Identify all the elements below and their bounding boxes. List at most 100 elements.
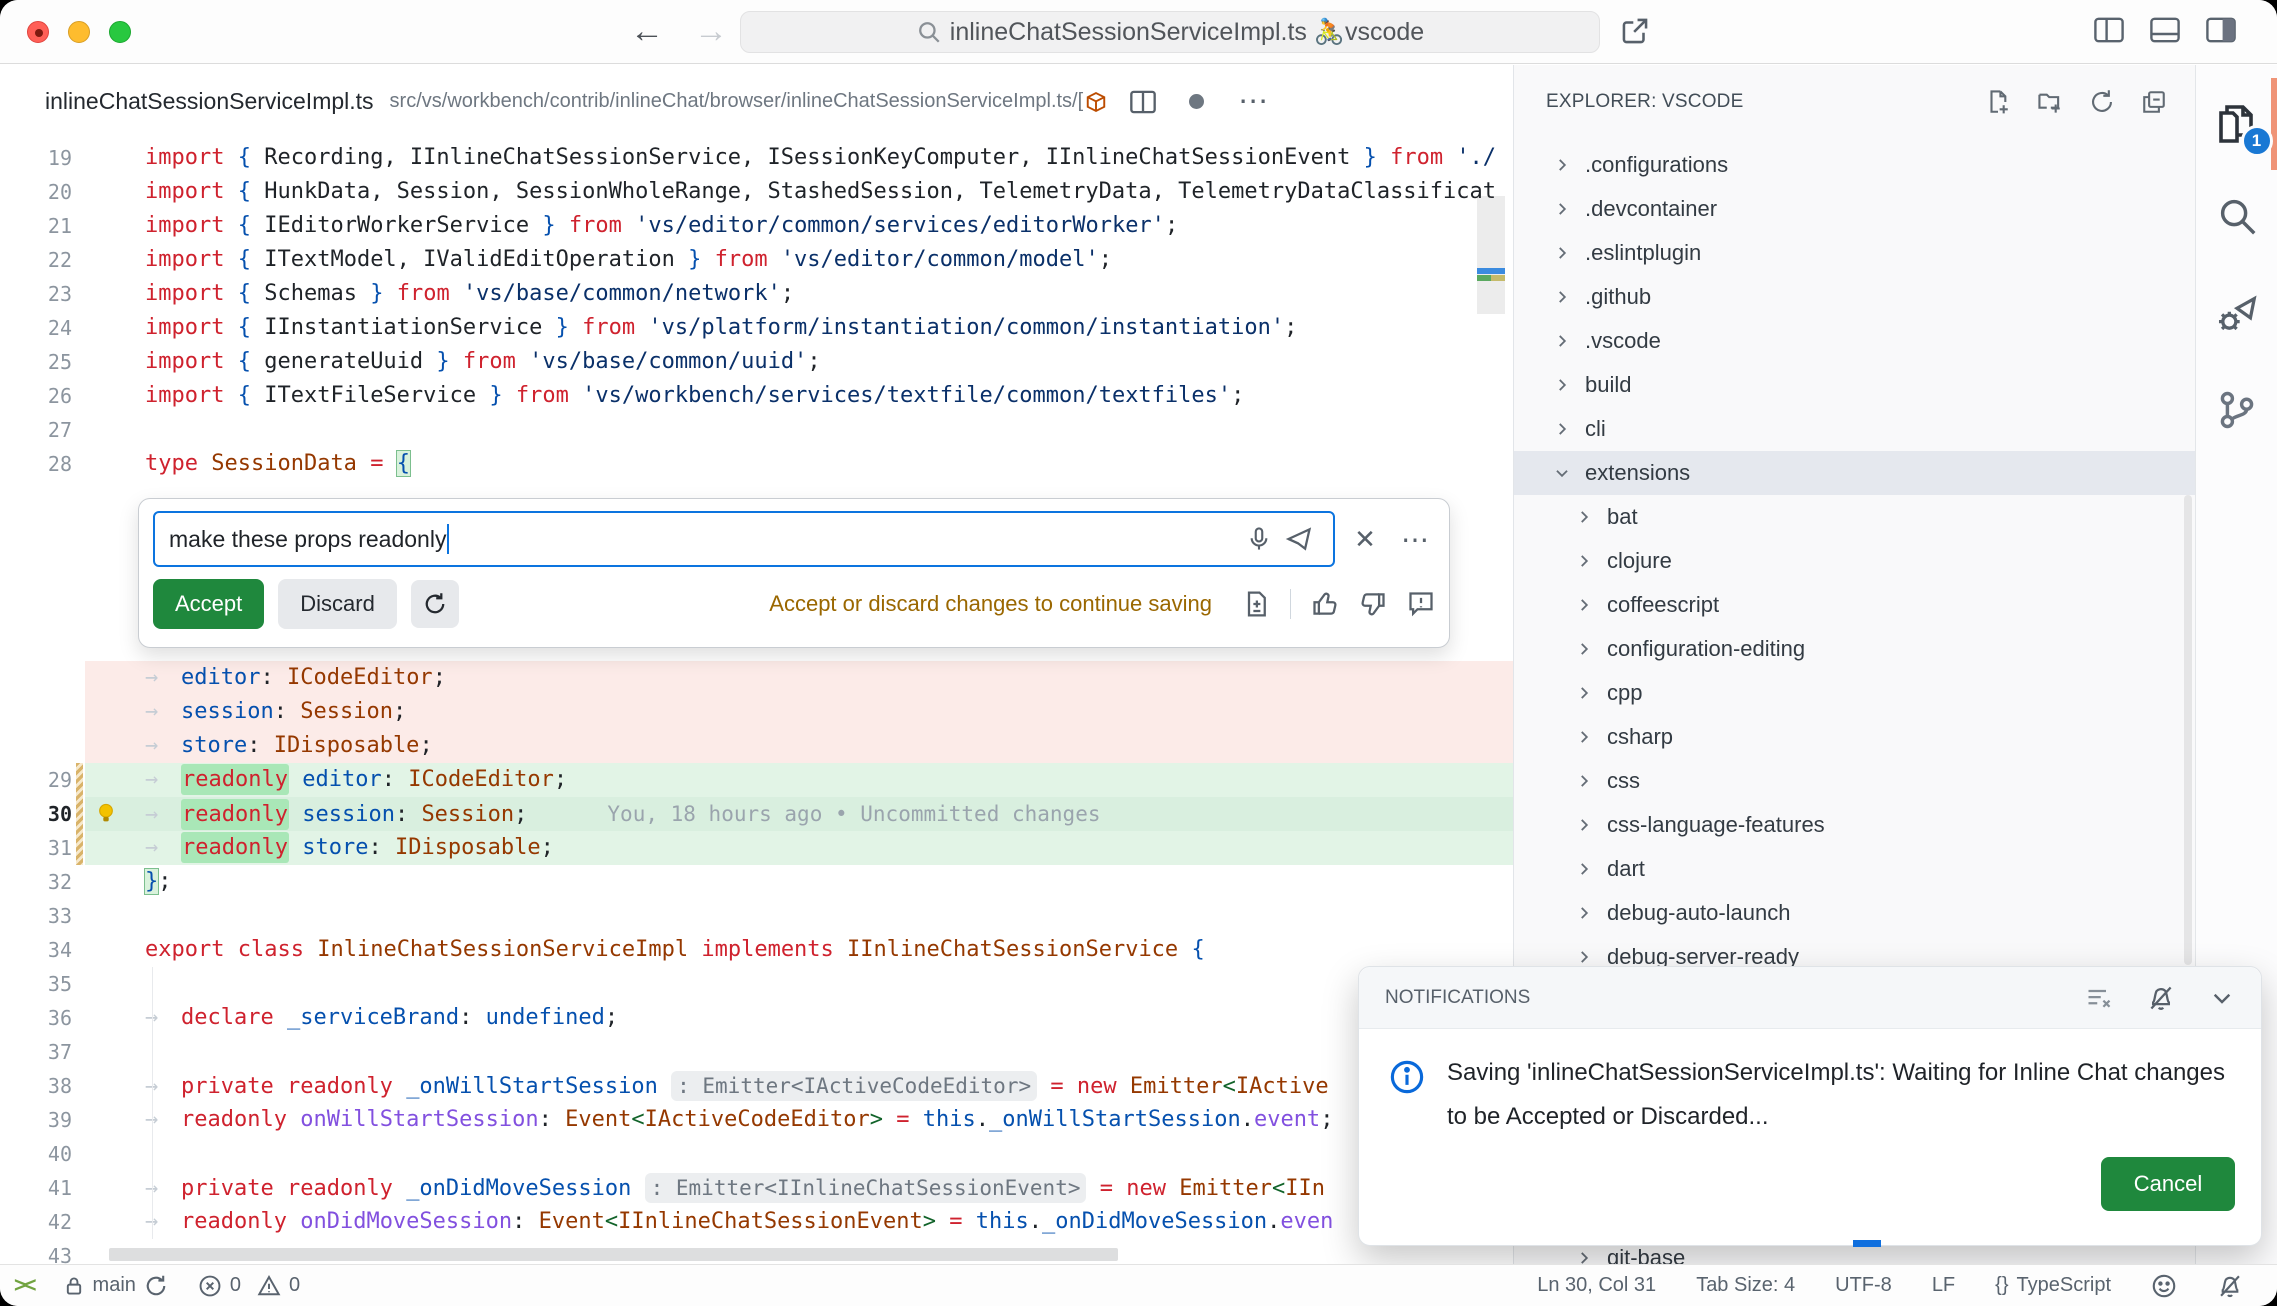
close-icon[interactable]: ✕	[1345, 519, 1385, 559]
run-debug-view-icon[interactable]	[2196, 291, 2277, 337]
search-view-icon[interactable]	[2196, 193, 2277, 239]
toggle-sidebar-right-icon[interactable]	[2205, 16, 2237, 44]
tree-item-clojure[interactable]: clojure	[1514, 539, 2195, 583]
encoding[interactable]: UTF-8	[1835, 1274, 1892, 1297]
code-line[interactable]: 39→readonly onWillStartSession: Event<IA…	[0, 1103, 1513, 1137]
tree-item-configurations[interactable]: .configurations	[1514, 143, 2195, 187]
code-line[interactable]: 27	[0, 413, 1513, 447]
split-editor-icon[interactable]	[1129, 89, 1157, 115]
code-line[interactable]: 29→readonly editor: ICodeEditor;	[0, 763, 1513, 797]
code-line[interactable]: 34export class InlineChatSessionServiceI…	[0, 933, 1513, 967]
tree-item-devcontainer[interactable]: .devcontainer	[1514, 187, 2195, 231]
thumbs-down-icon[interactable]	[1359, 590, 1387, 618]
rerun-request-icon[interactable]	[411, 580, 459, 628]
tree-item-configuration-editing[interactable]: configuration-editing	[1514, 627, 2195, 671]
minimize-window-button[interactable]	[68, 21, 90, 43]
feedback-smiley-icon[interactable]	[2151, 1273, 2177, 1299]
code-line[interactable]: 24import { IInstantiationService } from …	[0, 311, 1513, 345]
problems-indicator[interactable]: 0 0	[198, 1274, 300, 1298]
source-control-view-icon[interactable]	[2196, 387, 2277, 433]
discard-button[interactable]: Discard	[278, 579, 397, 629]
branch-indicator[interactable]: main	[63, 1274, 168, 1298]
code-line[interactable]: 21import { IEditorWorkerService } from '…	[0, 209, 1513, 243]
accept-button[interactable]: Accept	[153, 579, 264, 629]
eol-indicator[interactable]: LF	[1932, 1274, 1955, 1297]
code-line[interactable]: →session: Session;	[0, 695, 1513, 729]
code-line[interactable]: 30→readonly session: Session;You, 18 hou…	[0, 797, 1513, 831]
chat-more-actions-icon[interactable]: ⋯	[1395, 519, 1435, 559]
new-file-icon[interactable]	[1985, 89, 2011, 115]
tree-item-css-language-features[interactable]: css-language-features	[1514, 803, 2195, 847]
tree-item-coffeescript[interactable]: coffeescript	[1514, 583, 2195, 627]
code-line[interactable]: 35	[0, 967, 1513, 1001]
new-folder-icon[interactable]	[2037, 89, 2063, 115]
tree-item-dart[interactable]: dart	[1514, 847, 2195, 891]
tree-item-cpp[interactable]: cpp	[1514, 671, 2195, 715]
overview-ruler-thumb[interactable]	[1477, 196, 1505, 314]
breadcrumb-filename[interactable]: inlineChatSessionServiceImpl.ts	[45, 88, 374, 115]
tree-item-debug-auto-launch[interactable]: debug-auto-launch	[1514, 891, 2195, 935]
cancel-button[interactable]: Cancel	[2101, 1157, 2235, 1211]
code-line[interactable]: 23import { Schemas } from 'vs/base/commo…	[0, 277, 1513, 311]
lightbulb-icon[interactable]	[94, 801, 118, 825]
code-line[interactable]: 26import { ITextFileService } from 'vs/w…	[0, 379, 1513, 413]
code-line[interactable]: 41→private readonly _onDidMoveSession : …	[0, 1171, 1513, 1205]
sidebar-scrollbar[interactable]	[2184, 495, 2192, 965]
insert-changes-icon[interactable]	[1242, 590, 1270, 618]
editor-more-actions-icon[interactable]: ⋯	[1238, 84, 1268, 119]
chevron-down-icon[interactable]	[2209, 985, 2235, 1011]
toggle-sidebar-left-icon[interactable]	[2093, 16, 2125, 44]
code-line[interactable]: 37	[0, 1035, 1513, 1069]
tree-item-eslintplugin[interactable]: .eslintplugin	[1514, 231, 2195, 275]
code-lines: 19import { Recording, IInlineChatSession…	[0, 141, 1513, 1264]
remote-indicator[interactable]: ><	[14, 1274, 35, 1298]
code-line[interactable]: 19import { Recording, IInlineChatSession…	[0, 141, 1513, 175]
code-line[interactable]: 22import { ITextModel, IValidEditOperati…	[0, 243, 1513, 277]
do-not-disturb-icon[interactable]	[2147, 984, 2175, 1012]
breadcrumb-path[interactable]: src/vs/workbench/contrib/inlineChat/brow…	[390, 90, 1084, 113]
code-line[interactable]: →store: IDisposable;	[0, 729, 1513, 763]
code-line[interactable]: 38→private readonly _onWillStartSession …	[0, 1069, 1513, 1103]
tree-item-vscode[interactable]: .vscode	[1514, 319, 2195, 363]
code-line[interactable]: 32};	[0, 865, 1513, 899]
code-line[interactable]: 40	[0, 1137, 1513, 1171]
send-icon[interactable]	[1279, 519, 1319, 559]
tree-item-bat[interactable]: bat	[1514, 495, 2195, 539]
tree-item-build[interactable]: build	[1514, 363, 2195, 407]
unsaved-dot-icon[interactable]	[1189, 94, 1204, 109]
code-line[interactable]: →editor: ICodeEditor;	[0, 661, 1513, 695]
close-window-button[interactable]	[27, 21, 49, 43]
notifications-bell-icon[interactable]	[2217, 1273, 2243, 1299]
inline-chat-input[interactable]: make these props readonly	[153, 511, 1335, 567]
language-mode[interactable]: {}TypeScript	[1995, 1274, 2111, 1297]
open-external-icon[interactable]	[1618, 14, 1652, 48]
zoom-window-button[interactable]	[109, 21, 131, 43]
tree-item-github[interactable]: .github	[1514, 275, 2195, 319]
explorer-view-icon[interactable]: 1	[2196, 99, 2277, 147]
thumbs-up-icon[interactable]	[1311, 590, 1339, 618]
collapse-all-icon[interactable]	[2141, 89, 2167, 115]
toggle-panel-icon[interactable]	[2149, 16, 2181, 44]
back-arrow-icon[interactable]: ←	[630, 12, 664, 51]
title-search-bar[interactable]: inlineChatSessionServiceImpl.ts 🚴vscode	[740, 11, 1600, 53]
tree-item-css[interactable]: css	[1514, 759, 2195, 803]
code-line[interactable]: 31→readonly store: IDisposable;	[0, 831, 1513, 865]
tree-item-cli[interactable]: cli	[1514, 407, 2195, 451]
clear-all-notifications-icon[interactable]	[2085, 984, 2113, 1012]
tree-item-csharp[interactable]: csharp	[1514, 715, 2195, 759]
code-line[interactable]: 36→declare _serviceBrand: undefined;	[0, 1001, 1513, 1035]
code-line[interactable]: 20import { HunkData, Session, SessionWho…	[0, 175, 1513, 209]
code-editor[interactable]: 19import { Recording, IInlineChatSession…	[0, 138, 1513, 1264]
code-line[interactable]: 25import { generateUuid } from 'vs/base/…	[0, 345, 1513, 379]
code-line[interactable]: 33	[0, 899, 1513, 933]
microphone-icon[interactable]	[1239, 519, 1279, 559]
code-line[interactable]: 42→readonly onDidMoveSession: Event<IInl…	[0, 1205, 1513, 1239]
tree-item-extensions[interactable]: extensions	[1514, 451, 2195, 495]
code-line[interactable]: 28type SessionData = {	[0, 447, 1513, 481]
horizontal-scrollbar[interactable]	[109, 1248, 1118, 1261]
forward-arrow-icon[interactable]: →	[694, 12, 728, 51]
cursor-position[interactable]: Ln 30, Col 31	[1537, 1274, 1656, 1297]
tab-size[interactable]: Tab Size: 4	[1696, 1274, 1795, 1297]
refresh-icon[interactable]	[2089, 89, 2115, 115]
report-issue-icon[interactable]	[1407, 590, 1435, 618]
